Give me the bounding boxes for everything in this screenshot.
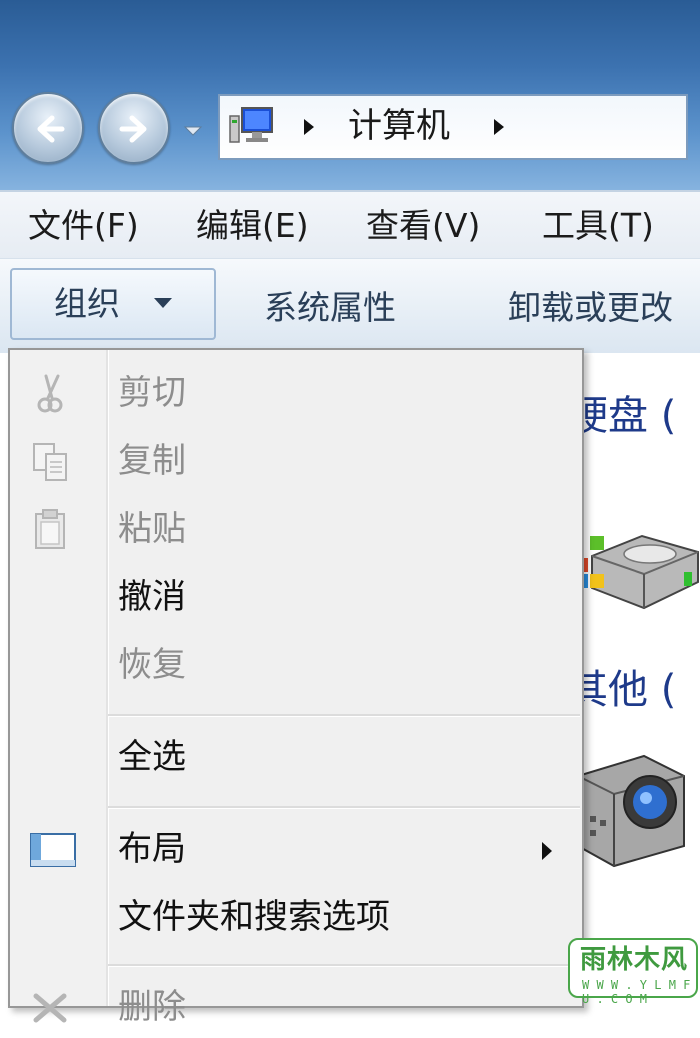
watermark-logo: 雨林木风 W W W . Y L M F U . C O M	[568, 938, 698, 1006]
menu-item-cut[interactable]: 剪切	[10, 364, 582, 424]
menu-item-label: 全选	[118, 737, 186, 777]
breadcrumb-separator-icon[interactable]	[302, 118, 316, 136]
menu-item-delete[interactable]: 删除	[10, 978, 582, 1038]
forward-arrow-icon	[119, 115, 147, 143]
window-titlebar: 计算机	[0, 0, 700, 190]
menu-view[interactable]: 查看(V)	[366, 204, 480, 248]
hard-disk-group-heading: 硬盘 (	[568, 393, 677, 439]
organize-menu: 剪切 复制 粘贴 撤消 恢复 全选 布局 文件夹和搜索选项 删除	[8, 348, 584, 1027]
menu-separator	[108, 964, 580, 967]
hard-drive-icon[interactable]	[572, 516, 700, 612]
video-camera-icon[interactable]	[574, 746, 700, 872]
delete-icon	[33, 993, 67, 1023]
back-button[interactable]	[12, 92, 84, 164]
menu-item-label: 粘贴	[118, 509, 186, 549]
menu-separator	[108, 806, 580, 809]
menu-item-label: 剪切	[118, 373, 186, 413]
menu-item-label: 撤消	[118, 577, 186, 617]
paste-icon	[35, 509, 65, 549]
menu-item-folder-options[interactable]: 文件夹和搜索选项	[10, 888, 582, 948]
breadcrumb-separator-icon[interactable]	[492, 118, 506, 136]
menu-item-label: 删除	[118, 987, 186, 1027]
menu-file[interactable]: 文件(F)	[28, 204, 139, 248]
uninstall-or-change-button[interactable]: 卸载或更改	[508, 286, 673, 330]
address-bar[interactable]: 计算机	[218, 94, 688, 160]
menu-item-paste[interactable]: 粘贴	[10, 500, 582, 560]
menu-item-label: 复制	[118, 441, 186, 481]
watermark-url: W W W . Y L M F U . C O M	[582, 978, 691, 1006]
scissors-icon	[37, 374, 63, 413]
menu-item-label: 布局	[118, 829, 186, 869]
breadcrumb-computer[interactable]: 计算机	[348, 102, 450, 150]
menu-bar: 文件(F) 编辑(E) 查看(V) 工具(T)	[0, 190, 700, 260]
watermark-text: 雨林木风	[580, 945, 689, 975]
submenu-arrow-icon	[542, 842, 552, 860]
chevron-down-icon	[154, 298, 172, 308]
recent-pages-dropdown-icon[interactable]	[182, 122, 204, 140]
computer-icon	[229, 107, 273, 143]
menu-item-layout[interactable]: 布局	[10, 820, 582, 880]
copy-icon	[33, 443, 67, 481]
organize-label: 组织	[54, 284, 120, 323]
menu-item-redo[interactable]: 恢复	[10, 636, 582, 696]
menu-item-select-all[interactable]: 全选	[10, 728, 582, 788]
forward-button[interactable]	[98, 92, 170, 164]
menu-edit[interactable]: 编辑(E)	[196, 204, 309, 248]
layout-icon	[30, 833, 76, 867]
organize-button[interactable]: 组织	[10, 268, 216, 340]
menu-tools[interactable]: 工具(T)	[542, 204, 654, 248]
system-properties-button[interactable]: 系统属性	[264, 286, 396, 330]
menu-item-label: 恢复	[118, 645, 186, 685]
menu-item-label: 文件夹和搜索选项	[118, 897, 390, 937]
menu-separator	[108, 714, 580, 717]
menu-item-copy[interactable]: 复制	[10, 432, 582, 492]
back-arrow-icon	[37, 115, 65, 143]
menu-item-undo[interactable]: 撤消	[10, 568, 582, 628]
other-devices-group-heading: 其他 (	[568, 667, 677, 713]
